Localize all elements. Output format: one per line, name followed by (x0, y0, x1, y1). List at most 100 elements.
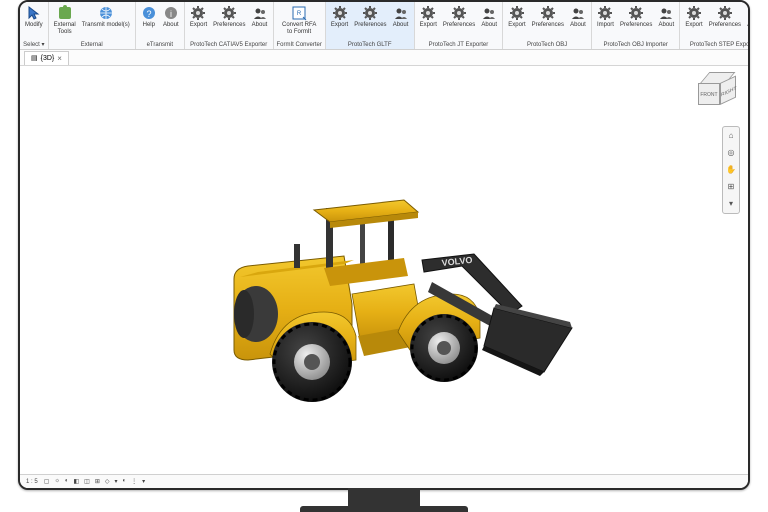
nav-tool-4[interactable]: ▾ (724, 197, 738, 211)
status-icon-6[interactable]: ◇ (105, 478, 110, 485)
status-icon-4[interactable]: ◫ (84, 478, 90, 485)
button-label: Export (190, 22, 207, 28)
panel-title: External (81, 42, 103, 48)
svg-text:i: i (170, 9, 172, 19)
export-button[interactable]: Export (418, 4, 439, 41)
document-tabbar: ▤ {3D} × (20, 50, 748, 66)
status-icon-2[interactable]: ◐ (65, 478, 69, 485)
status-icon-10[interactable]: ▾ (142, 478, 145, 485)
gear-icon (540, 5, 556, 21)
tab-3d-view[interactable]: ▤ {3D} × (24, 51, 69, 65)
ribbon-panel-etransmit: ?HelpiAbouteTransmit (136, 2, 185, 49)
button-label: About (481, 22, 497, 28)
nav-tool-1[interactable]: ◎ (724, 146, 738, 160)
gear-icon (420, 5, 436, 21)
button-label: Help (143, 22, 155, 28)
button-label: Transmit model(s) (82, 22, 130, 28)
import-button[interactable]: Import (595, 4, 616, 41)
status-icon-3[interactable]: ◧ (73, 478, 79, 485)
about-button[interactable]: iAbout (161, 4, 181, 41)
cursor-icon (26, 5, 42, 21)
svg-text:R: R (297, 11, 302, 17)
ribbon-panel-prototech-obj-importer: ImportPreferencesAboutProtoTech OBJ Impo… (592, 2, 680, 49)
button-label: Convert RFA (282, 22, 316, 28)
button-label: Preferences (443, 22, 475, 28)
gear-icon (628, 5, 644, 21)
about-button[interactable]: About (656, 4, 676, 41)
close-icon[interactable]: × (57, 54, 62, 63)
people-icon (252, 5, 268, 21)
panel-title: ProtoTech JT Exporter (429, 42, 489, 48)
status-icon-8[interactable]: ◐ (123, 478, 127, 485)
button-label: About (393, 22, 409, 28)
convert-rfa-button[interactable]: R Convert RFAto FormIt (280, 4, 318, 41)
ribbon-panel-prototech-gltf: ExportPreferencesAboutProtoTech GLTF (326, 2, 415, 49)
export-button[interactable]: Export (506, 4, 527, 41)
button-label-2: Tools (58, 29, 72, 35)
globe-icon (98, 5, 114, 21)
export-button[interactable]: Export (329, 4, 350, 41)
ribbon-panel-prototech-catiav5-exporter: ExportPreferencesAboutProtoTech CATIAV5 … (185, 2, 274, 49)
nav-tool-0[interactable]: ⌂ (724, 129, 738, 143)
monitor-stand-base (300, 506, 468, 512)
viewport-canvas[interactable]: FRONT RIGHT ⌂ ◎ ✋ ⊞ ▾ (20, 66, 748, 474)
button-label: Preferences (354, 22, 386, 28)
preferences-button[interactable]: Preferences (352, 4, 388, 41)
button-label: Preferences (213, 22, 245, 28)
button-label: About (659, 22, 675, 28)
status-icon-5[interactable]: ⊞ (95, 478, 100, 485)
export-button[interactable]: Export (188, 4, 209, 41)
people-icon (481, 5, 497, 21)
transmit-model-s--button[interactable]: Transmit model(s) (80, 4, 132, 41)
document-icon: ▤ (31, 54, 38, 62)
about-button[interactable]: About (568, 4, 588, 41)
preferences-button[interactable]: Preferences (707, 4, 743, 41)
preferences-button[interactable]: Preferences (530, 4, 566, 41)
button-label: Preferences (709, 22, 741, 28)
status-icon-1[interactable]: ☼ (54, 478, 60, 485)
ribbon-panel-external: ExternalTools Transmit model(s) External (49, 2, 136, 49)
people-icon (570, 5, 586, 21)
gear-icon (332, 5, 348, 21)
nav-tool-3[interactable]: ⊞ (724, 180, 738, 194)
gear-icon (221, 5, 237, 21)
gear-icon (451, 5, 467, 21)
view-cube[interactable]: FRONT RIGHT (698, 72, 736, 110)
navigation-bar: ⌂ ◎ ✋ ⊞ ▾ (722, 126, 740, 214)
status-icon-7[interactable]: ▾ (114, 478, 117, 485)
help-icon: ? (141, 5, 157, 21)
about-button[interactable]: About (391, 4, 411, 41)
about-button[interactable]: About (250, 4, 270, 41)
export-button[interactable]: Export (683, 4, 704, 41)
status-scale[interactable]: 1 : 5 (26, 479, 38, 485)
tab-label: {3D} (41, 55, 55, 62)
panel-title: ProtoTech STEP Exporter (690, 42, 750, 48)
model-wheel-loader: VOLVO (174, 164, 594, 424)
button-label: Modify (25, 22, 43, 28)
ribbon-panel-formit-converter: RConvert RFAto FormItFormIt Converter (274, 2, 326, 49)
button-label: Export (508, 22, 525, 28)
gear-icon (362, 5, 378, 21)
preferences-button[interactable]: Preferences (441, 4, 477, 41)
button-label: Export (420, 22, 437, 28)
status-icon-0[interactable]: ▢ (44, 478, 50, 485)
about-button[interactable]: About (745, 4, 750, 41)
external-button[interactable]: ExternalTools (52, 4, 78, 41)
status-icon-9[interactable]: ⋮ (131, 478, 137, 485)
viewcube-front[interactable]: FRONT (698, 83, 720, 105)
help-button[interactable]: ? Help (139, 4, 159, 41)
nav-tool-2[interactable]: ✋ (724, 163, 738, 177)
info-icon: i (163, 5, 179, 21)
ribbon-panel-prototech-jt-exporter: Export Preferences About ProtoTech JT Expor… (415, 2, 504, 49)
convert-icon: R (291, 5, 307, 21)
button-label-2: to FormIt (287, 29, 311, 35)
gear-icon (597, 5, 613, 21)
ribbon-panel-select-: ModifySelect ▾ (20, 2, 49, 49)
preferences-button[interactable]: Preferences (211, 4, 247, 41)
modify-button[interactable]: Modify (23, 4, 45, 40)
about-button[interactable]: About (479, 4, 499, 41)
button-label: About (252, 22, 268, 28)
preferences-button[interactable]: Preferences (618, 4, 654, 41)
svg-text:?: ? (146, 9, 151, 19)
button-label: Preferences (532, 22, 564, 28)
